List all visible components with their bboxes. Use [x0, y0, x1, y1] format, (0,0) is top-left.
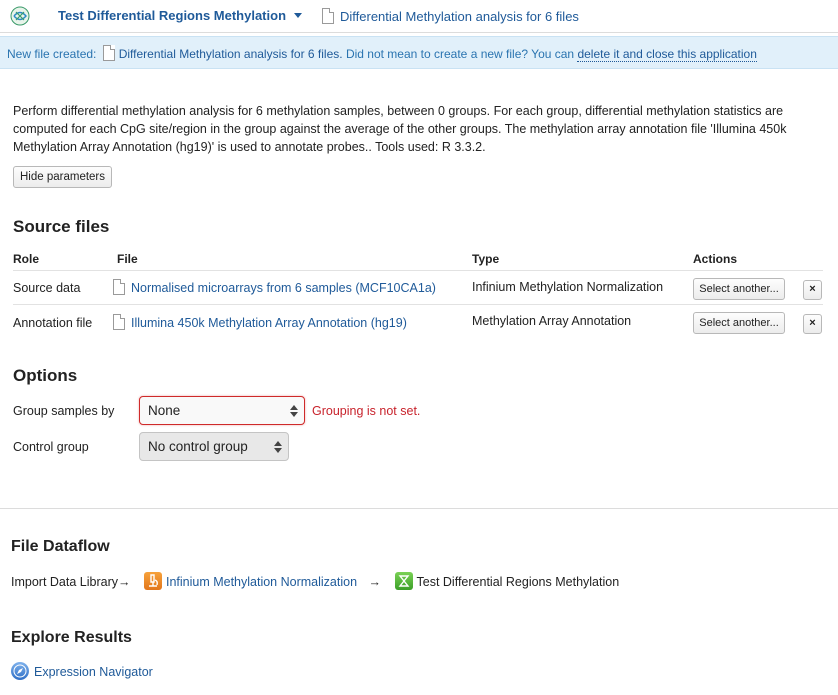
- row-type: Infinium Methylation Normalization: [472, 280, 664, 294]
- explore-results: Expression Navigator: [11, 662, 153, 680]
- current-file[interactable]: Differential Methylation analysis for 6 …: [322, 8, 579, 24]
- divider: [13, 270, 823, 271]
- select-another-button[interactable]: Select another...: [693, 312, 785, 334]
- source-files-heading: Source files: [13, 217, 110, 236]
- current-file-title: Differential Methylation analysis for 6 …: [340, 9, 579, 24]
- new-file-notice: New file created: Differential Methylati…: [0, 36, 838, 69]
- group-samples-select[interactable]: None: [139, 396, 305, 425]
- file-icon: [102, 45, 115, 61]
- file-dataflow: Import Data Library→ Infinium Methylatio…: [11, 572, 619, 590]
- chevron-down-icon: [294, 13, 303, 19]
- column-header-type: Type: [472, 252, 500, 266]
- top-bar: Test Differential Regions Methylation Di…: [0, 0, 838, 33]
- notice-prefix: New file created:: [7, 47, 97, 61]
- row-role: Annotation file: [13, 316, 93, 330]
- row-role: Source data: [13, 281, 81, 295]
- group-samples-value: None: [148, 403, 181, 418]
- file-icon: [113, 279, 125, 295]
- control-group-label: Control group: [13, 440, 89, 454]
- explore-results-heading: Explore Results: [11, 629, 132, 646]
- app-logo-icon[interactable]: [10, 6, 30, 26]
- annotation-file-link[interactable]: Illumina 450k Methylation Array Annotati…: [131, 316, 407, 330]
- notice-file-link[interactable]: Differential Methylation analysis for 6 …: [119, 47, 343, 61]
- dataflow-current-step: Test Differential Regions Methylation: [416, 575, 620, 589]
- column-header-role: Role: [13, 252, 40, 266]
- file-icon: [113, 314, 125, 330]
- table-row-file[interactable]: Normalised microarrays from 6 samples (M…: [113, 279, 436, 295]
- column-header-actions: Actions: [693, 252, 738, 266]
- control-group-select[interactable]: No control group: [139, 432, 289, 461]
- column-header-file: File: [117, 252, 138, 266]
- group-samples-label: Group samples by: [13, 404, 115, 418]
- select-arrows-icon: [274, 441, 282, 453]
- control-group-value: No control group: [148, 439, 248, 454]
- select-another-button[interactable]: Select another...: [693, 278, 785, 300]
- select-arrows-icon: [290, 405, 298, 417]
- file-icon: [322, 8, 334, 24]
- source-data-file-link[interactable]: Normalised microarrays from 6 samples (M…: [131, 281, 436, 295]
- grouping-error: Grouping is not set.: [312, 404, 421, 418]
- dataflow-start: Import Data Library: [11, 575, 118, 589]
- file-dataflow-heading: File Dataflow: [11, 538, 110, 555]
- arrow-icon: →: [368, 575, 382, 589]
- remove-icon[interactable]: ×: [803, 280, 822, 300]
- app-title-menu[interactable]: Test Differential Regions Methylation: [58, 8, 303, 23]
- dataflow-step-normalization-link[interactable]: Infinium Methylation Normalization: [166, 575, 357, 589]
- section-divider: [0, 508, 838, 509]
- divider: [13, 304, 823, 305]
- hourglass-icon: [394, 572, 413, 590]
- remove-icon[interactable]: ×: [803, 314, 822, 334]
- analysis-description: Perform differential methylation analysi…: [13, 104, 787, 154]
- table-row-file[interactable]: Illumina 450k Methylation Array Annotati…: [113, 314, 407, 330]
- microscope-icon: [143, 572, 162, 590]
- expression-navigator-link[interactable]: Expression Navigator: [34, 665, 153, 679]
- row-type: Methylation Array Annotation: [472, 314, 632, 328]
- app-title: Test Differential Regions Methylation: [58, 8, 287, 23]
- hide-parameters-button[interactable]: Hide parameters: [13, 166, 113, 188]
- compass-icon: [11, 662, 29, 680]
- delete-and-close-link[interactable]: delete it and close this application: [577, 47, 757, 62]
- arrow-icon: →: [117, 575, 131, 589]
- notice-middle-text: Did not mean to create a new file? You c…: [345, 47, 575, 61]
- options-heading: Options: [13, 366, 78, 385]
